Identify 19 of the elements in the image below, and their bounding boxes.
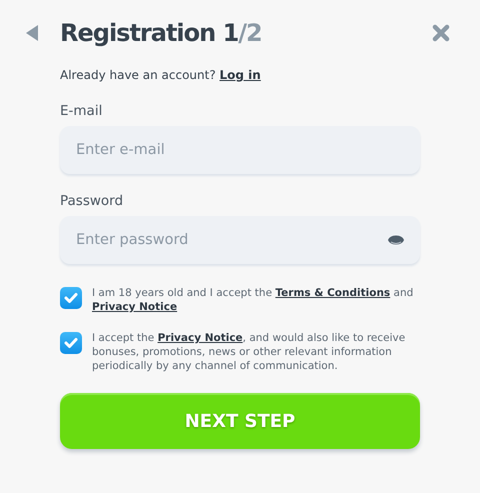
consent-link[interactable]: Terms & Conditions xyxy=(275,287,390,299)
consent-link[interactable]: Privacy Notice xyxy=(92,301,178,313)
consent-text: I am 18 years old and I accept the Terms & Conditions and Privacy Notice xyxy=(92,286,414,314)
login-prompt: Already have an account? xyxy=(60,68,217,82)
consent-link[interactable]: Privacy Notice xyxy=(158,332,243,344)
checkbox[interactable] xyxy=(60,287,82,309)
password-field[interactable]: Enter password xyxy=(60,216,420,264)
field-label: E-mail xyxy=(60,103,104,119)
login-link[interactable]: Log in xyxy=(220,68,261,82)
eye-icon[interactable] xyxy=(388,234,404,246)
close-icon[interactable] xyxy=(432,24,450,42)
field-label: Password xyxy=(60,193,124,209)
checkbox[interactable] xyxy=(60,332,82,354)
check-icon xyxy=(64,337,78,349)
page-title: Registration 1/2 xyxy=(60,19,263,47)
consent-text: I accept the Privacy Notice, and would also like to receive bonuses, promotions, news or other relevant information periodically by any channel of communication. xyxy=(92,331,406,373)
back-icon[interactable] xyxy=(26,25,38,41)
check-icon xyxy=(64,292,78,304)
email-field[interactable]: Enter e-mail xyxy=(60,126,420,174)
